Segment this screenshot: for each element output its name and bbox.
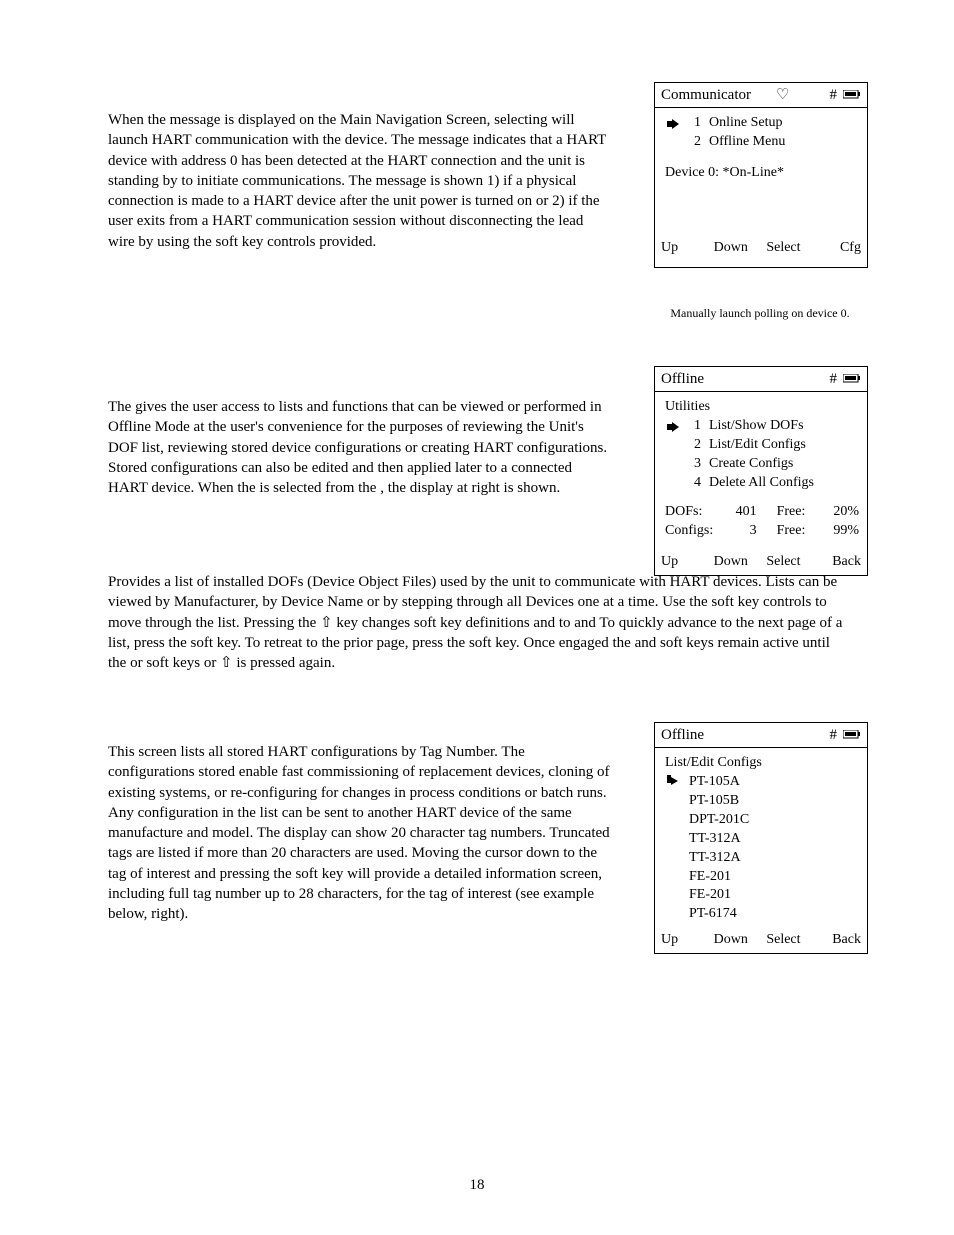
menu-number: 2 [689,133,701,152]
softkey-down[interactable]: Down [714,553,756,572]
softkey-down[interactable]: Down [714,239,756,258]
stats-dofs: DOFs:401 Free:20% [663,503,859,522]
menu-number: 1 [689,114,701,133]
paragraph-4: This screen lists all stored HART config… [108,742,613,924]
softkey-up[interactable]: Up [661,553,703,572]
config-item[interactable]: TT-312A [667,849,859,868]
softkey-up[interactable]: Up [661,931,703,950]
softkey-cfg[interactable]: Cfg [819,239,861,258]
pointer-icon [667,422,681,432]
softkey-back[interactable]: Back [819,553,861,572]
pointer-icon [667,119,681,129]
config-item[interactable]: PT-6174 [667,905,859,924]
battery-icon [843,85,861,105]
hash-symbol: # [830,369,838,389]
config-item[interactable]: DPT-201C [667,811,859,830]
menu-item-offline-menu[interactable]: Offline Menu [709,133,785,152]
menu-number: 3 [689,455,701,474]
device-screen-offline-utilities: Offline # Utilities 1 List/Show DOFs 2 Li… [654,366,868,576]
hash-symbol: # [830,85,838,105]
softkey-select[interactable]: Select [766,931,808,950]
screen-title: Communicator [661,85,770,105]
menu-number: 2 [689,436,701,455]
config-item[interactable]: TT-312A [667,830,859,849]
softkey-select[interactable]: Select [766,553,808,572]
battery-icon [843,725,861,745]
paragraph-3: Provides a list of installed DOFs (Devic… [108,572,848,673]
config-item[interactable]: FE-201 [667,886,859,905]
menu-item-list-configs[interactable]: List/Edit Configs [709,436,806,455]
device-status: Device 0: *On-Line* [663,164,859,183]
menu-number: 4 [689,474,701,493]
softkey-back[interactable]: Back [819,931,861,950]
config-item[interactable]: FE-201 [667,868,859,887]
heart-icon: ♡ [776,85,789,105]
screen-title: Offline [661,369,824,389]
battery-icon [843,369,861,389]
config-item[interactable]: PT-105A [667,773,859,792]
paragraph-2: The gives the user access to lists and f… [108,397,613,498]
menu-item-create-configs[interactable]: Create Configs [709,455,793,474]
hash-symbol: # [830,725,838,745]
softkey-down[interactable]: Down [714,931,756,950]
menu-item-delete-configs[interactable]: Delete All Configs [709,474,814,493]
menu-subtitle: List/Edit Configs [663,754,859,773]
menu-item-list-dofs[interactable]: List/Show DOFs [709,417,804,436]
figure-caption: Manually launch polling on device 0. [654,305,866,321]
config-item[interactable]: PT-105B [667,792,859,811]
menu-item-online-setup[interactable]: Online Setup [709,114,783,133]
stats-configs: Configs:3 Free:99% [663,522,859,541]
device-screen-list-configs: Offline # List/Edit Configs PT-105A PT-1… [654,722,868,954]
paragraph-1: When the message is displayed on the Mai… [108,110,613,252]
screen-title: Offline [661,725,824,745]
menu-subtitle: Utilities [663,398,859,417]
device-screen-communicator: Communicator ♡ # 1 Online Setup 2 Offlin… [654,82,868,268]
softkey-up[interactable]: Up [661,239,703,258]
page-number: 18 [0,1175,954,1195]
menu-number: 1 [689,417,701,436]
softkey-select[interactable]: Select [766,239,808,258]
